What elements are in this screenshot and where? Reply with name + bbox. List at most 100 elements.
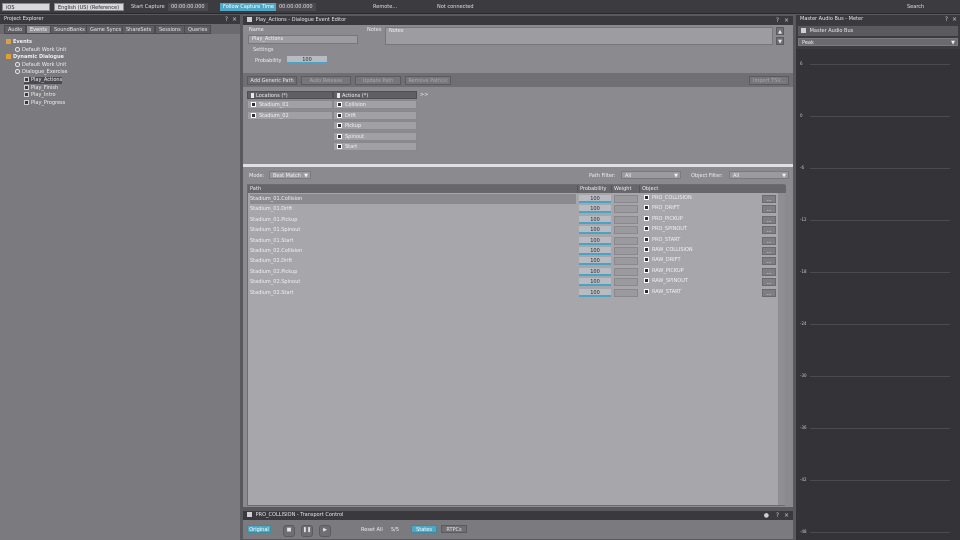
- help-icon[interactable]: ?: [776, 16, 779, 25]
- argument-value[interactable]: Pickup: [333, 121, 417, 130]
- tree-item[interactable]: Dialogue_Exercise: [15, 69, 67, 76]
- rtpcs-button[interactable]: RTPCs: [441, 525, 467, 533]
- notes-field[interactable]: Notes: [385, 27, 773, 45]
- remote-button[interactable]: Remote...: [370, 3, 400, 11]
- tab-sessions[interactable]: Sessions: [155, 25, 185, 34]
- table-row-path[interactable]: Stadium_01.Spinout: [250, 225, 576, 235]
- original-toggle[interactable]: Original: [247, 525, 271, 533]
- stop-icon[interactable]: ■: [283, 525, 295, 537]
- table-row-path[interactable]: Stadium_02.Pickup: [250, 267, 576, 277]
- pin-icon[interactable]: ●: [764, 511, 769, 520]
- update-path-button[interactable]: Update Path: [355, 76, 401, 85]
- row-probability-slider[interactable]: 100: [579, 205, 611, 214]
- tab-queries[interactable]: Queries: [184, 25, 212, 34]
- row-object[interactable]: RAW_COLLISION: [644, 246, 693, 255]
- tree-item[interactable]: Default Work Unit: [15, 46, 66, 54]
- row-probability-slider[interactable]: 100: [579, 278, 611, 287]
- meter-mode-select[interactable]: Peak ▼: [798, 38, 958, 46]
- row-probability-slider[interactable]: 100: [579, 247, 611, 255]
- row-object[interactable]: PRO_PICKUP: [644, 215, 683, 224]
- add-generic-path-button[interactable]: Add Generic Path: [247, 76, 297, 85]
- close-icon[interactable]: ×: [232, 15, 237, 24]
- row-weight-slider[interactable]: [614, 226, 638, 235]
- row-probability-slider[interactable]: 100: [579, 215, 611, 224]
- table-row-path[interactable]: Stadium_01.Pickup: [250, 215, 576, 225]
- argument-value[interactable]: Stadium_01: [247, 100, 333, 109]
- argument-value[interactable]: Drift: [333, 110, 417, 120]
- argument-value[interactable]: Collision: [333, 100, 417, 109]
- table-row-path[interactable]: Stadium_02.Drift: [250, 256, 576, 266]
- close-icon[interactable]: ×: [784, 511, 789, 520]
- row-weight-slider[interactable]: [614, 267, 638, 276]
- row-weight-slider[interactable]: [614, 288, 638, 297]
- table-row-path[interactable]: Stadium_02.Collision: [250, 246, 576, 256]
- row-probability-slider[interactable]: 100: [579, 267, 611, 276]
- tree-item[interactable]: Events: [6, 39, 32, 46]
- grid-scrollbar[interactable]: [778, 193, 785, 505]
- row-weight-slider[interactable]: [614, 236, 638, 245]
- row-browse-button[interactable]: ...: [762, 247, 776, 255]
- language-select[interactable]: English (US) (Reference): [54, 3, 124, 11]
- row-probability-slider[interactable]: 100: [579, 257, 611, 266]
- table-row-path[interactable]: Stadium_02.Start: [250, 288, 576, 298]
- row-object[interactable]: PRO_COLLISION: [644, 194, 692, 203]
- row-weight-slider[interactable]: [614, 195, 638, 203]
- argument-value[interactable]: Stadium_02: [247, 110, 333, 120]
- row-browse-button[interactable]: ...: [762, 226, 776, 235]
- name-field[interactable]: Play_Actions: [248, 35, 358, 44]
- row-weight-slider[interactable]: [614, 247, 638, 255]
- table-row-path[interactable]: Stadium_01.Drift: [250, 204, 576, 214]
- reset-all-button[interactable]: Reset All: [361, 527, 383, 533]
- row-probability-slider[interactable]: 100: [579, 236, 611, 245]
- object-filter-select[interactable]: All ▼: [729, 171, 789, 179]
- row-browse-button[interactable]: ...: [762, 267, 776, 276]
- tab-audio[interactable]: Audio: [4, 25, 27, 34]
- row-weight-slider[interactable]: [614, 257, 638, 266]
- row-browse-button[interactable]: ...: [762, 288, 776, 297]
- tree-item[interactable]: Play_Actions: [24, 77, 63, 84]
- row-browse-button[interactable]: ...: [762, 236, 776, 245]
- row-object[interactable]: RAW_START: [644, 288, 681, 297]
- row-probability-slider[interactable]: 100: [579, 195, 611, 203]
- notes-scroll-down[interactable]: ▼: [776, 37, 784, 45]
- platform-select[interactable]: iOS: [2, 3, 50, 11]
- help-icon[interactable]: ?: [945, 15, 948, 24]
- auto-release-button[interactable]: Auto Release: [301, 76, 351, 85]
- path-filter-select[interactable]: All ▼: [621, 171, 681, 179]
- row-object[interactable]: RAW_DRIFT: [644, 256, 681, 265]
- row-browse-button[interactable]: ...: [762, 205, 776, 214]
- close-icon[interactable]: ×: [784, 16, 789, 25]
- splitter[interactable]: [243, 164, 793, 167]
- tree-item[interactable]: Play_Finish: [24, 84, 58, 92]
- row-weight-slider[interactable]: [614, 278, 638, 287]
- follow-capture-time-button[interactable]: Follow Capture Time: [220, 3, 277, 11]
- tree-item[interactable]: Dynamic Dialogue: [6, 54, 64, 61]
- expand-columns-button[interactable]: >>: [420, 92, 428, 98]
- tree-item[interactable]: Default Work Unit: [15, 61, 66, 69]
- tab-game-syncs[interactable]: Game Syncs: [86, 25, 126, 34]
- table-row-path[interactable]: Stadium_01.Collision: [250, 194, 576, 204]
- close-icon[interactable]: ×: [952, 15, 957, 24]
- row-browse-button[interactable]: ...: [762, 257, 776, 266]
- help-icon[interactable]: ?: [776, 511, 779, 520]
- argument-value[interactable]: Start: [333, 142, 417, 151]
- argument-value[interactable]: Spinout: [333, 131, 417, 141]
- table-row-path[interactable]: Stadium_02.Spinout: [250, 277, 576, 287]
- mode-select[interactable]: Best Match ▼: [269, 171, 311, 179]
- pause-icon[interactable]: ❚❚: [301, 525, 313, 537]
- row-object[interactable]: RAW_SPINOUT: [644, 277, 688, 286]
- help-icon[interactable]: ?: [225, 15, 228, 24]
- tab-soundbanks[interactable]: SoundBanks: [50, 25, 89, 34]
- row-browse-button[interactable]: ...: [762, 278, 776, 287]
- remove-path-button[interactable]: Remove Path(s): [405, 76, 451, 85]
- row-object[interactable]: RAW_PICKUP: [644, 267, 684, 276]
- search-button[interactable]: Search: [904, 3, 927, 11]
- row-weight-slider[interactable]: [614, 205, 638, 214]
- row-weight-slider[interactable]: [614, 215, 638, 224]
- states-button[interactable]: States: [411, 525, 437, 533]
- tab-sharesets[interactable]: ShareSets: [122, 25, 156, 34]
- table-row-path[interactable]: Stadium_01.Start: [250, 236, 576, 246]
- row-object[interactable]: PRO_SPINOUT: [644, 225, 687, 234]
- play-icon[interactable]: ▶: [319, 525, 331, 537]
- tab-events[interactable]: Events: [26, 25, 51, 34]
